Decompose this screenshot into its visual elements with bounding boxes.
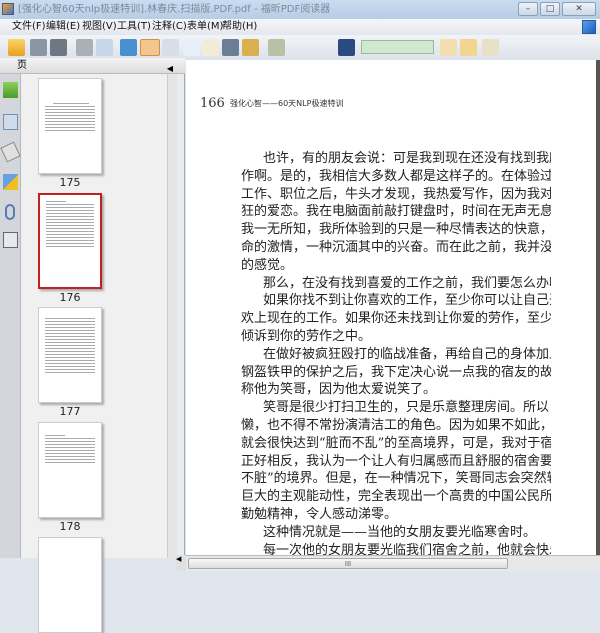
hand-tool-icon[interactable] [140, 39, 160, 56]
text-line: 勤勉精神，令人感动涕零。 [241, 507, 398, 522]
sign-icon[interactable] [268, 39, 285, 56]
fullscreen-icon[interactable] [120, 39, 137, 56]
text-line: 欢上现在的工作。如果你还未找到让你爱的劳作，至少你可以把爱 [241, 311, 551, 327]
text-line: 如果你找不到让你喜欢的工作，至少你可以让自己开始学习喜 [263, 293, 551, 309]
binoculars-search-icon[interactable] [338, 39, 355, 56]
search-options-icon[interactable] [482, 39, 499, 56]
text-line: 倾诉到你的劳作之中。 [241, 329, 372, 344]
menu-comment[interactable]: 注释(C) [152, 19, 187, 35]
document-page: 166 强化心智——60天NLP极速特训 也许，有的朋友会说：可是我到现在还没有… [186, 60, 596, 555]
attachments-tab-icon[interactable] [5, 204, 15, 220]
text-line: 就会很快达到“脏而不乱”的至高境界，可是，我对于宿舍的标准 [241, 435, 551, 451]
menu-bar: 文件(F) 编辑(E) 视图(V) 工具(T) 注释(C) 表单(M) 帮助(H… [0, 19, 600, 35]
bookmarks-tab-icon[interactable] [3, 82, 18, 98]
panel-title: 页 [17, 60, 27, 71]
menu-help[interactable]: 帮助(H) [222, 19, 257, 35]
rms-lock-icon[interactable] [242, 39, 259, 56]
text-line: 作啊。是的，我相信大多数人都是这样子的。在体验过各种各样的 [241, 168, 551, 184]
save-icon[interactable] [30, 39, 47, 56]
select-arrow-icon[interactable] [183, 39, 200, 56]
text-line: 正好相反，我认为一个让人有归属感而且舒服的宿舍要达到“乱而 [241, 453, 551, 469]
toolbar [0, 35, 600, 60]
text-line: 称他为笑哥，因为他太爱说笑了。 [241, 382, 437, 398]
app-icon [2, 3, 14, 15]
page-thumbnail-179[interactable] [38, 537, 102, 633]
save-as-icon[interactable] [50, 39, 67, 56]
comments-tab-icon[interactable] [3, 174, 18, 190]
minimize-button[interactable]: – [518, 2, 538, 16]
menu-edit[interactable]: 编辑(E) [46, 19, 80, 35]
scroll-left-icon[interactable]: ◀ [176, 555, 186, 571]
text-line: 狂的爱恋。我在电脑面前敲打键盘时，时间在无声无息地流逝，而 [241, 204, 551, 220]
pages-tab-icon[interactable] [3, 114, 18, 130]
menu-file[interactable]: 文件(F) [12, 19, 46, 35]
panel-header: 页 ◀ [0, 58, 185, 74]
page-label: 177 [59, 405, 81, 418]
layers-tab-icon[interactable] [0, 141, 21, 163]
text-line: 每一次他的女朋友要光临我们宿舍之前，他就会快乐地，无暇 [263, 542, 551, 555]
zoom-tool-icon[interactable] [162, 39, 179, 56]
text-line: 不脏”的境界。但是，在一种情况下，笑哥同志会突然转性，发挥 [241, 471, 551, 487]
search-input[interactable] [361, 40, 434, 54]
page-number: 166 [200, 96, 225, 111]
text-line: 那么，在没有找到喜爱的工作之前，我们要怎么办呢？ [263, 275, 551, 291]
scroll-thumb[interactable]: III [188, 558, 508, 569]
page-thumbnail-178[interactable] [38, 422, 102, 518]
text-select-icon[interactable] [202, 39, 219, 56]
title-bar: [强化心智60天nlp极速特训].林春庆.扫描版.PDF.pdf - 福昕PDF… [0, 0, 600, 19]
properties-icon[interactable] [96, 39, 113, 56]
text-line: 钢盔铁甲的保护之后，我下定决心说一点我的宿友的故事。这里，我 [241, 364, 551, 380]
page-thumbnail-177[interactable] [38, 307, 102, 403]
page-label: 178 [59, 520, 81, 533]
panel-tab-strip [0, 74, 21, 558]
text-line: 在做好被疯狂殴打的临战准备，再给自己的身体加上超强度的 [263, 346, 551, 362]
text-line: 我一无所知，我所体验到的只是一种尽情表达的快意，一种点燃生 [241, 222, 551, 238]
open-icon[interactable] [8, 39, 25, 56]
pages-panel: 页 ◀ 175 176 177 178 [0, 58, 185, 633]
page-label: 176 [59, 291, 81, 304]
text-line: 也许，有的朋友会说：可是我到现在还没有找到我所喜爱的工 [263, 151, 551, 166]
text-line: 巨大的主观能动性，完全表现出一个高贵的中国公民所必须具备的 [241, 489, 551, 505]
close-button[interactable]: ✕ [562, 2, 596, 16]
menu-tools[interactable]: 工具(T) [117, 19, 151, 35]
restore-view-icon[interactable] [582, 20, 596, 34]
page-thumbnail-175[interactable] [38, 78, 102, 174]
page-label: 175 [59, 176, 81, 189]
signatures-tab-icon[interactable] [3, 232, 18, 248]
print-icon[interactable] [76, 39, 93, 56]
text-line: 懒，也不得不常扮演清洁工的角色。因为如果不如此，我们的房间 [241, 418, 551, 433]
menu-view[interactable]: 视图(V) [82, 19, 117, 35]
maximize-button[interactable]: □ [540, 2, 560, 16]
find-next-icon[interactable] [460, 39, 477, 56]
window-title: [强化心智60天nlp极速特训].林春庆.扫描版.PDF.pdf - 福昕PDF… [18, 4, 331, 15]
text-line: 命的激情，一种沉湎其中的兴奋。而在此之前，我并没有体验类似 [241, 240, 551, 255]
thumbnail-list: 175 176 177 178 [21, 74, 167, 633]
text-line: 工作、职位之后，牛头才发现，我热爱写作，因为我对它有一种疯 [241, 186, 551, 202]
menu-form[interactable]: 表单(M) [187, 19, 223, 35]
page-thumbnail-176[interactable] [38, 193, 102, 289]
text-line: 这种情况就是——当他的女朋友要光临寒舍时。 [263, 524, 537, 540]
snapshot-icon[interactable] [222, 39, 239, 56]
thumbnail-scrollbar[interactable] [167, 74, 177, 558]
running-header: 强化心智——60天NLP极速特训 [230, 99, 344, 108]
text-line: 的感觉。 [241, 257, 294, 273]
text-line: 笑哥是很少打扫卫生的，只是乐意整理房间。所以，虽然我很 [263, 400, 551, 416]
find-previous-icon[interactable] [440, 39, 457, 56]
document-vertical-scrollbar[interactable] [596, 60, 600, 555]
document-horizontal-scrollbar[interactable]: III [186, 555, 600, 571]
